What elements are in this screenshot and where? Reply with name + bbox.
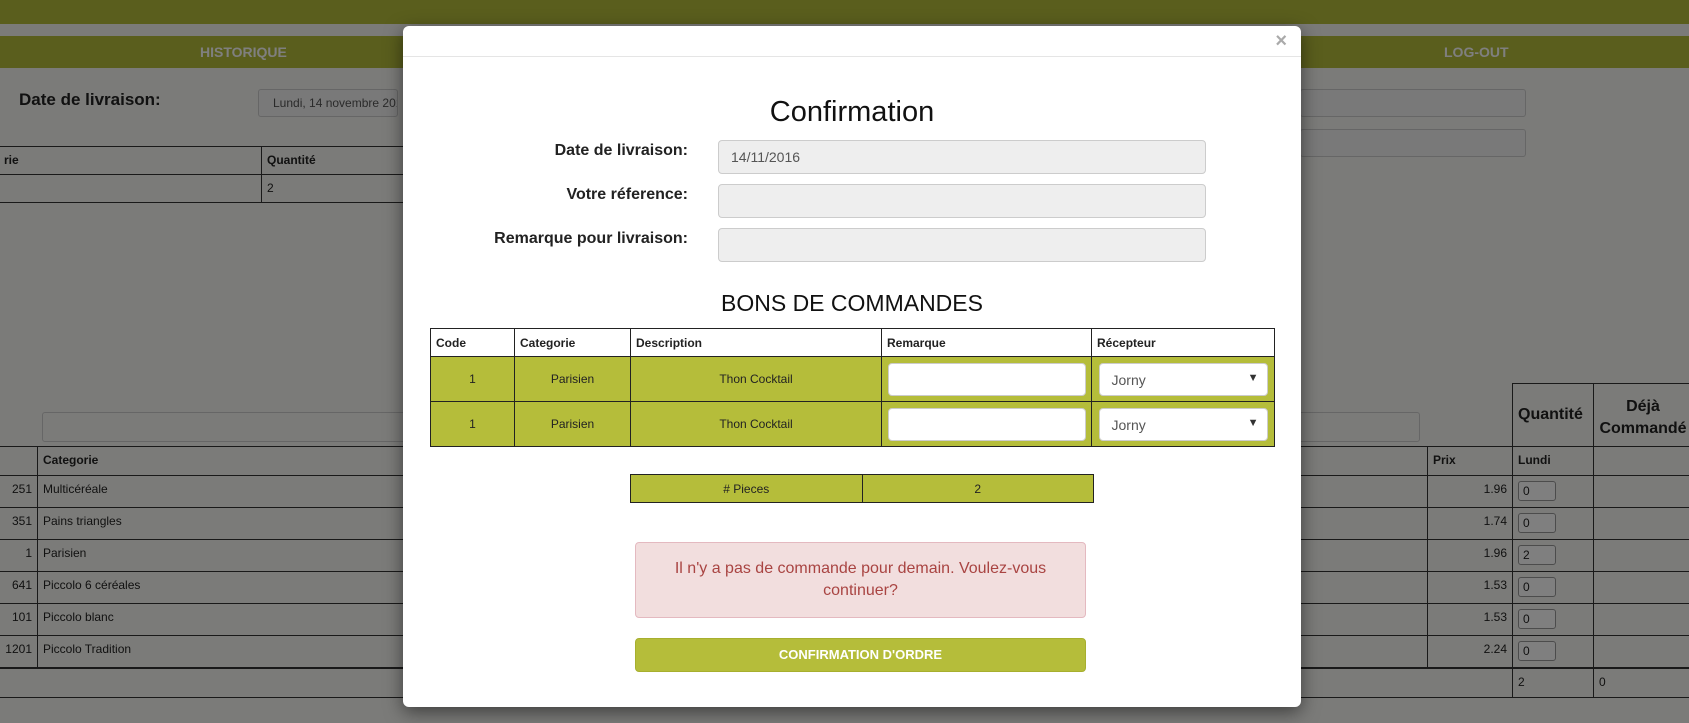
delivery-remark-input[interactable] xyxy=(718,228,1206,262)
order-remark-input[interactable] xyxy=(887,362,1086,396)
orders-table: Code Categorie Description Remarque Réce… xyxy=(430,328,1275,447)
table-row: 1 Parisien Thon Cocktail Jorny ▼ xyxy=(430,401,1275,447)
pieces-value: 2 xyxy=(861,474,1094,503)
modal-header: × xyxy=(403,26,1301,57)
caret-down-icon: ▼ xyxy=(1247,416,1259,429)
order-description: Thon Cocktail xyxy=(630,401,882,447)
modal-title: Confirmation xyxy=(769,96,935,128)
orders-section-title: BONS DE COMMANDES xyxy=(721,290,983,316)
recepteur-select[interactable]: Jorny ▼ xyxy=(1098,362,1268,396)
close-icon[interactable]: × xyxy=(1275,31,1287,51)
order-categorie: Parisien xyxy=(514,356,631,402)
delivery-date-input[interactable] xyxy=(718,140,1206,174)
order-recepteur-cell: Jorny ▼ xyxy=(1091,356,1275,402)
orders-th-remarque: Remarque xyxy=(881,328,1092,357)
order-code: 1 xyxy=(430,356,515,402)
reference-label: Votre réference: xyxy=(566,186,688,203)
order-remark-input[interactable] xyxy=(887,407,1086,441)
confirmation-modal: × Confirmation Date de livraison: Votre … xyxy=(403,26,1301,707)
warning-alert: Il n'y a pas de commande pour demain. Vo… xyxy=(635,542,1086,618)
order-remark-cell xyxy=(881,401,1092,447)
caret-down-icon: ▼ xyxy=(1247,371,1259,384)
delivery-remark-label: Remarque pour livraison: xyxy=(494,230,688,247)
orders-th-code: Code xyxy=(430,328,515,357)
recepteur-selected-value: Jorny xyxy=(1111,416,1146,433)
orders-th-description: Description xyxy=(630,328,882,357)
recepteur-selected-value: Jorny xyxy=(1111,371,1146,388)
table-row: 1 Parisien Thon Cocktail Jorny ▼ xyxy=(430,356,1275,402)
delivery-date-label: Date de livraison: xyxy=(554,142,688,159)
order-code: 1 xyxy=(430,401,515,447)
pieces-label: # Pieces xyxy=(630,474,863,503)
orders-table-header-row: Code Categorie Description Remarque Réce… xyxy=(430,328,1275,357)
order-recepteur-cell: Jorny ▼ xyxy=(1091,401,1275,447)
orders-th-categorie: Categorie xyxy=(514,328,631,357)
recepteur-select[interactable]: Jorny ▼ xyxy=(1098,407,1268,441)
confirm-order-button[interactable]: CONFIRMATION D'ORDRE xyxy=(635,638,1086,672)
order-categorie: Parisien xyxy=(514,401,631,447)
order-description: Thon Cocktail xyxy=(630,356,882,402)
reference-input[interactable] xyxy=(718,184,1206,218)
order-remark-cell xyxy=(881,356,1092,402)
orders-th-recepteur: Récepteur xyxy=(1091,328,1275,357)
pieces-summary-table: # Pieces 2 xyxy=(630,474,1094,503)
